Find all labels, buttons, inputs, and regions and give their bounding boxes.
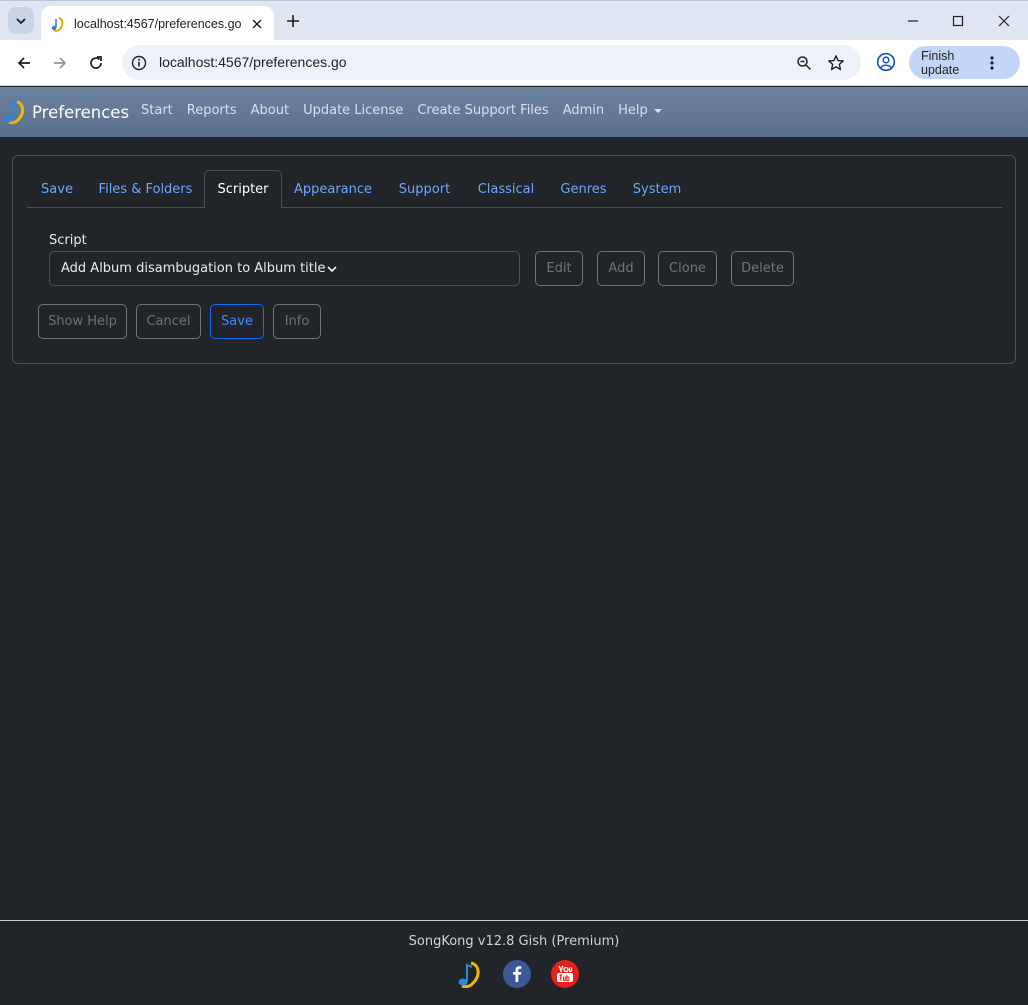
nav-help-dropdown[interactable]: Help [618, 103, 662, 118]
browser-tab-strip: localhost:4567/preferences.go [0, 0, 1028, 41]
nav-create-support-files[interactable]: Create Support Files [417, 103, 548, 118]
tab-list-icon[interactable] [8, 7, 34, 34]
tab-genres[interactable]: Genres [547, 170, 620, 208]
brand[interactable]: Preferences [3, 99, 129, 125]
info-button[interactable]: Info [273, 304, 321, 339]
tab-appearance[interactable]: Appearance [282, 170, 384, 208]
bookmark-star-icon[interactable] [826, 53, 846, 73]
favicon [50, 16, 66, 32]
facebook-icon[interactable] [503, 960, 531, 988]
tab-scripter[interactable]: Scripter [204, 170, 282, 209]
tab-title: localhost:4567/preferences.go [74, 16, 242, 31]
brand-title: Preferences [32, 102, 130, 122]
caret-down-icon [653, 108, 662, 113]
script-select-value: Add Album disambugation to Album title [61, 261, 326, 276]
browser-toolbar: localhost:4567/preferences.go Finish upd… [0, 40, 1028, 86]
nav-start[interactable]: Start [141, 103, 173, 118]
maximize-icon[interactable] [946, 9, 970, 33]
close-tab-icon[interactable] [249, 16, 265, 32]
save-button[interactable]: Save [210, 304, 264, 339]
tab-classical[interactable]: Classical [465, 170, 547, 208]
tab-system[interactable]: System [620, 170, 694, 208]
close-window-icon[interactable] [992, 9, 1016, 33]
tab-save[interactable]: Save [27, 170, 87, 208]
site-info-icon[interactable] [130, 54, 148, 72]
songkong-logo-icon [5, 100, 25, 125]
minimize-icon[interactable] [901, 9, 925, 33]
back-icon[interactable] [11, 50, 37, 76]
nav-help-label: Help [618, 103, 648, 118]
address-bar[interactable]: localhost:4567/preferences.go [122, 45, 861, 80]
nav-update-license[interactable]: Update License [303, 103, 403, 118]
browser-tab[interactable]: localhost:4567/preferences.go [41, 6, 274, 41]
nav-about[interactable]: About [251, 103, 289, 118]
show-help-button[interactable]: Show Help [38, 304, 127, 339]
preferences-tabs: Save Files & Folders Scripter Appearance… [27, 170, 1002, 209]
zoom-icon[interactable] [794, 53, 814, 73]
profile-icon[interactable] [875, 51, 897, 73]
songkong-icon[interactable] [455, 960, 483, 988]
add-script-button[interactable]: Add [597, 251, 645, 286]
reload-icon[interactable] [83, 50, 109, 76]
nav-admin[interactable]: Admin [563, 103, 604, 118]
script-select[interactable]: Add Album disambugation to Album title [49, 251, 520, 286]
footer: SongKong v12.8 Gish (Premium) [0, 920, 1028, 1005]
chevron-down-icon [326, 263, 508, 275]
finish-update-label: Finish update [921, 48, 960, 77]
delete-script-button[interactable]: Delete [731, 251, 794, 286]
edit-script-button[interactable]: Edit [535, 251, 583, 286]
new-tab-icon[interactable] [282, 10, 304, 32]
cancel-button[interactable]: Cancel [136, 304, 201, 339]
more-vert-icon[interactable] [969, 55, 1017, 70]
nav-links: Start Reports About Update License Creat… [141, 103, 676, 118]
tab-files-folders[interactable]: Files & Folders [87, 170, 204, 208]
url-text[interactable]: localhost:4567/preferences.go [159, 54, 347, 70]
app-navbar: Preferences Start Reports About Update L… [0, 87, 1028, 137]
preferences-card: Save Files & Folders Scripter Appearance… [12, 155, 1016, 364]
version-text: SongKong v12.8 Gish (Premium) [408, 934, 620, 949]
clone-script-button[interactable]: Clone [658, 251, 717, 286]
script-label: Script [49, 233, 87, 248]
forward-icon[interactable] [47, 50, 73, 76]
nav-reports[interactable]: Reports [187, 103, 237, 118]
finish-update-button[interactable]: Finish update [909, 46, 1020, 79]
tab-support[interactable]: Support [384, 170, 465, 208]
youtube-icon[interactable] [551, 960, 579, 988]
